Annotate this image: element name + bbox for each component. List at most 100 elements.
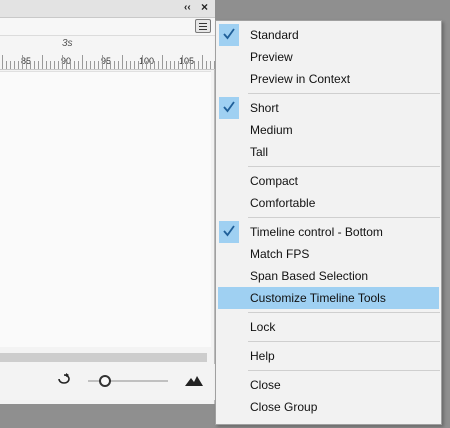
menu-check-area: [219, 287, 239, 309]
menu-item-label: Preview: [250, 50, 293, 64]
menu-check-area: [219, 265, 239, 287]
menu-item-label: Match FPS: [250, 247, 310, 261]
timeline-options-menu: Standard Preview Preview in Context Short Me…: [215, 20, 442, 425]
menu-check-area: [219, 316, 239, 338]
menu-separator: [248, 370, 440, 371]
ruler-tick: [42, 55, 43, 69]
horizontal-scrollbar[interactable]: [0, 353, 207, 362]
ruler-tick: [146, 61, 147, 69]
menu-item-compact[interactable]: Compact: [218, 170, 439, 192]
menu-item-span-based-selection[interactable]: Span Based Selection: [218, 265, 439, 287]
timeline-canvas[interactable]: [0, 71, 211, 347]
menu-check-area: [219, 46, 239, 68]
menu-separator: [248, 93, 440, 94]
menu-check-area: [219, 141, 239, 163]
ruler-tick: [134, 61, 135, 69]
loop-icon[interactable]: [57, 373, 71, 385]
timeline-panel: ‹‹ × 3s 85 90 95 100 105: [0, 0, 215, 404]
menu-check-area: [219, 374, 239, 396]
ruler-tick: [178, 61, 179, 69]
ruler-tick: [18, 61, 19, 69]
panel-toolbar: [0, 18, 215, 36]
menu-check-area: [219, 192, 239, 214]
close-icon[interactable]: ×: [201, 1, 208, 13]
ruler-tick: [90, 61, 91, 69]
menu-item-lock[interactable]: Lock: [218, 316, 439, 338]
ruler-tick: [38, 61, 39, 69]
ruler-tick: [26, 61, 27, 69]
ruler-tick: [74, 61, 75, 69]
ruler-tick: [138, 61, 139, 69]
menu-check-area: [219, 170, 239, 192]
timeline-ruler[interactable]: 3s 85 90 95 100 105: [0, 36, 215, 70]
ruler-tick: [58, 61, 59, 69]
menu-item-comfortable[interactable]: Comfortable: [218, 192, 439, 214]
ruler-tick: [46, 61, 47, 69]
menu-item-medium[interactable]: Medium: [218, 119, 439, 141]
checkmark-icon: [223, 101, 235, 113]
ruler-tick: [174, 61, 175, 69]
menu-item-customize-timeline-tools[interactable]: Customize Timeline Tools: [218, 287, 439, 309]
ruler-tick: [166, 61, 167, 69]
menu-separator: [248, 341, 440, 342]
menu-item-label: Tall: [250, 145, 269, 159]
menu-item-match-fps[interactable]: Match FPS: [218, 243, 439, 265]
menu-item-label: Close Group: [250, 400, 318, 414]
ruler-tick: [30, 61, 31, 69]
menu-item-preview-in-context[interactable]: Preview in Context: [218, 68, 439, 90]
ruler-tick: [54, 61, 55, 69]
menu-item-label: Preview in Context: [250, 72, 351, 86]
menu-check-area: [219, 345, 239, 367]
ruler-tick: [182, 55, 183, 69]
ruler-tick: [118, 61, 119, 69]
ruler-tick: [130, 61, 131, 69]
menu-check-area: [219, 68, 239, 90]
ruler-tick: [34, 61, 35, 69]
ruler-tick: [142, 55, 143, 69]
menu-item-standard[interactable]: Standard: [218, 24, 439, 46]
menu-item-help[interactable]: Help: [218, 345, 439, 367]
ruler-tick: [198, 61, 199, 69]
ruler-tick: [114, 61, 115, 69]
menu-item-label: Timeline control - Bottom: [250, 225, 383, 239]
ruler-tick: [190, 61, 191, 69]
ruler-tick: [194, 61, 195, 69]
ruler-tick: [102, 55, 103, 69]
ruler-tick: [2, 55, 3, 69]
menu-item-preview[interactable]: Preview: [218, 46, 439, 68]
panel-menu-icon[interactable]: [195, 19, 211, 33]
mountain-icon[interactable]: [185, 374, 203, 386]
ruler-tick: [186, 61, 187, 69]
ruler-tick: [86, 61, 87, 69]
menu-check-area: [219, 24, 239, 46]
ruler-tick: [170, 61, 171, 69]
zoom-slider-handle[interactable]: [99, 375, 111, 387]
menu-item-short[interactable]: Short: [218, 97, 439, 119]
menu-item-label: Help: [250, 349, 275, 363]
menu-item-label: Close: [250, 378, 281, 392]
menu-item-close[interactable]: Close: [218, 374, 439, 396]
menu-item-tall[interactable]: Tall: [218, 141, 439, 163]
ruler-tick: [10, 61, 11, 69]
menu-check-area: [219, 221, 239, 243]
checkmark-icon: [223, 225, 235, 237]
ruler-tick: [6, 61, 7, 69]
ruler-tick: [150, 61, 151, 69]
ruler-tick: [106, 61, 107, 69]
menu-item-timeline-control-bottom[interactable]: Timeline control - Bottom: [218, 221, 439, 243]
ruler-tick: [158, 61, 159, 69]
menu-check-area: [219, 243, 239, 265]
menu-item-close-group[interactable]: Close Group: [218, 396, 439, 418]
collapse-icon[interactable]: ‹‹: [184, 2, 191, 14]
ruler-tick: [66, 61, 67, 69]
checkmark-icon: [223, 28, 235, 40]
menu-item-label: Customize Timeline Tools: [250, 291, 386, 305]
menu-check-area: [219, 396, 239, 418]
ruler-tick: [154, 61, 155, 69]
ruler-tick: [62, 55, 63, 69]
ruler-tick: [110, 61, 111, 69]
menu-item-label: Medium: [250, 123, 293, 137]
menu-separator: [248, 217, 440, 218]
menu-check-area: [219, 119, 239, 141]
ruler-tick: [122, 55, 123, 69]
